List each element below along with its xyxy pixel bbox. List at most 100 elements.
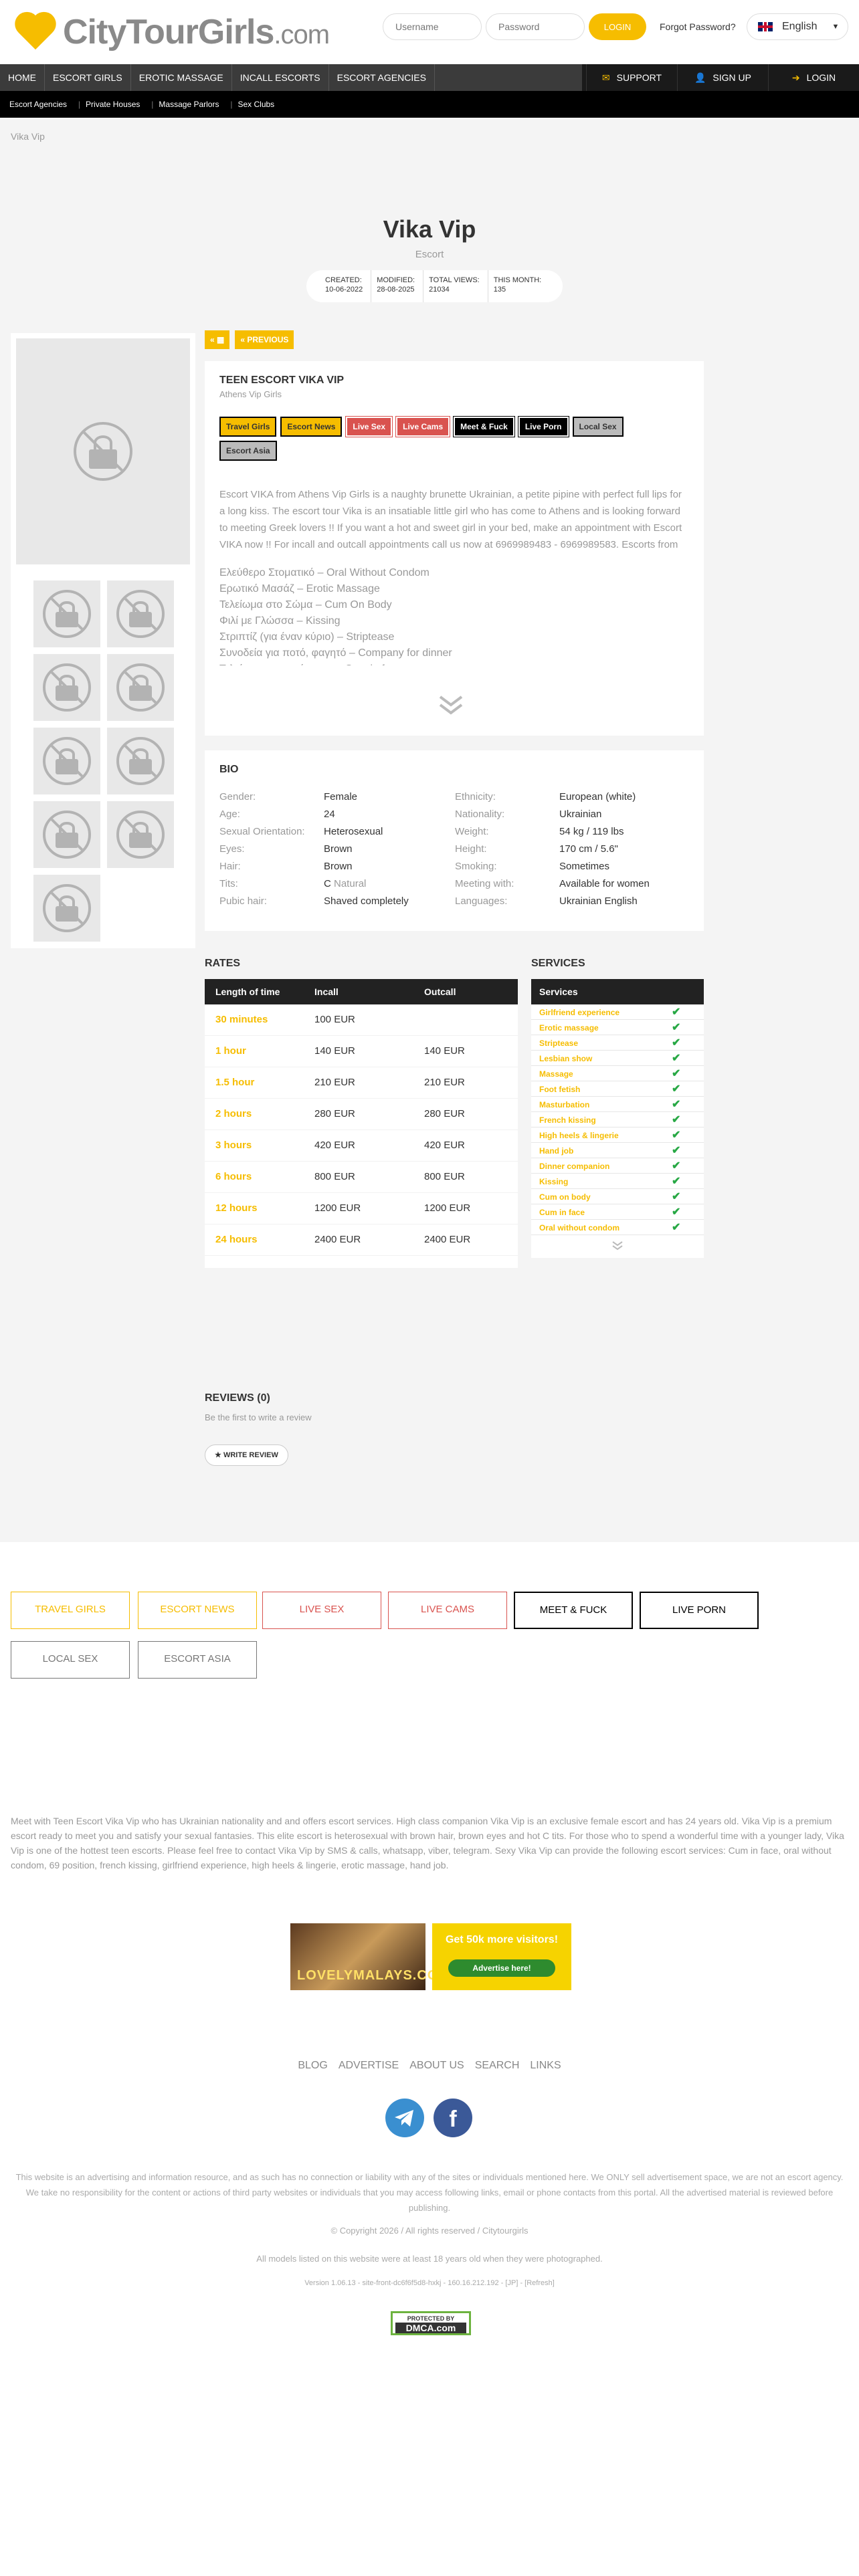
rate-cell: 30 minutes — [215, 1014, 268, 1025]
category-tag[interactable]: Travel Girls — [219, 417, 277, 437]
main-nav-item[interactable]: INCALL ESCORTS — [232, 64, 329, 91]
bio-row: Sexual Orientation: Heterosexual — [219, 824, 460, 840]
write-review-label: WRITE REVIEW — [223, 1451, 278, 1459]
language-select[interactable]: English ▼ — [747, 13, 848, 40]
photo-thumbnail[interactable] — [107, 580, 174, 647]
previous-button[interactable]: « PREVIOUS — [235, 330, 294, 349]
breadcrumb[interactable]: Vika Vip — [11, 131, 45, 142]
main-photo[interactable] — [16, 338, 190, 564]
signup-link[interactable]: 👤 SIGN UP — [677, 64, 768, 91]
sub-nav-item[interactable]: Private Houses — [86, 91, 154, 118]
envelope-icon: ✉ — [601, 72, 610, 83]
service-row: French kissing ✔ — [531, 1112, 704, 1128]
main-nav-item[interactable]: ESCORT AGENCIES — [329, 64, 435, 91]
footer-link[interactable]: BLOG — [298, 2060, 327, 2071]
bio-key: Nationality: — [455, 809, 505, 820]
bio-value: Available for women — [559, 878, 650, 889]
password-input[interactable] — [486, 13, 585, 40]
service-name[interactable]: Cum in face — [539, 1208, 585, 1217]
footer-link[interactable]: SEARCH — [475, 2060, 520, 2071]
stat-value: 135 — [493, 286, 506, 294]
bottom-tag-link[interactable]: ESCORT NEWS — [138, 1592, 257, 1629]
telegram-icon[interactable] — [385, 2099, 424, 2137]
service-name[interactable]: Lesbian show — [539, 1054, 592, 1063]
legal-disclaimer: This website is an advertising and infor… — [15, 2172, 844, 2213]
greek-service-line: Στριπτίζ (για έναν κύριο) – Striptease — [219, 631, 395, 643]
rate-row: 1 hour 140 EUR 140 EUR — [205, 1036, 518, 1067]
footer-link[interactable]: ADVERTISE — [339, 2060, 399, 2071]
rate-cell: 2400 EUR — [314, 1234, 361, 1245]
photo-thumbnail[interactable] — [107, 801, 174, 868]
rate-cell: 1200 EUR — [314, 1202, 361, 1214]
photo-thumbnail[interactable] — [33, 875, 100, 942]
bottom-tag-link[interactable]: LIVE CAMS — [388, 1592, 507, 1629]
bottom-tag-link[interactable]: LIVE SEX — [262, 1592, 381, 1629]
sub-nav-item[interactable]: Massage Parlors — [159, 91, 232, 118]
service-row: Lesbian show ✔ — [531, 1051, 704, 1066]
locked-photo-icon — [116, 663, 165, 712]
service-name[interactable]: Girlfriend experience — [539, 1008, 619, 1017]
service-name[interactable]: French kissing — [539, 1115, 596, 1125]
service-name[interactable]: Dinner companion — [539, 1162, 609, 1171]
service-name[interactable]: Oral without condom — [539, 1223, 619, 1232]
photo-thumbnail[interactable] — [33, 728, 100, 794]
category-tag[interactable]: Escort Asia — [219, 441, 277, 461]
login-button[interactable]: LOGIN — [589, 13, 646, 40]
main-nav-item[interactable]: HOME — [0, 64, 45, 91]
photo-thumbnail[interactable] — [107, 654, 174, 721]
photo-gallery — [11, 333, 195, 948]
category-tag[interactable]: Meet & Fuck — [453, 416, 515, 437]
footer-link[interactable]: ABOUT US — [409, 2060, 464, 2071]
gallery-grid-button[interactable]: « ▦ — [205, 330, 230, 349]
uk-flag-icon — [758, 22, 773, 31]
expand-services-chevron-icon[interactable] — [531, 1235, 704, 1258]
bottom-tag-link[interactable]: MEET & FUCK — [514, 1592, 633, 1629]
svg-text:f: f — [449, 2107, 457, 2132]
facebook-icon[interactable]: f — [434, 2099, 472, 2137]
service-name[interactable]: Masturbation — [539, 1100, 589, 1109]
photo-thumbnail[interactable] — [33, 801, 100, 868]
main-nav-item[interactable]: ESCORT GIRLS — [45, 64, 131, 91]
footer-link[interactable]: LINKS — [530, 2060, 561, 2071]
category-tag[interactable]: Live Cams — [395, 416, 451, 437]
service-name[interactable]: Hand job — [539, 1146, 573, 1156]
lovelymalays-banner[interactable]: LOVELYMALAYS.COM — [290, 1923, 450, 1990]
bio-value: 54 kg / 119 lbs — [559, 826, 624, 837]
photo-thumbnail[interactable] — [107, 728, 174, 794]
forgot-password-link[interactable]: Forgot Password? — [660, 21, 736, 32]
photo-thumbnail[interactable] — [33, 580, 100, 647]
expand-chevron-icon[interactable] — [438, 691, 464, 718]
bio-row: Nationality: Ukrainian — [455, 807, 696, 823]
category-tag[interactable]: Live Sex — [345, 416, 393, 437]
category-tag[interactable]: Escort News — [280, 417, 343, 437]
service-name[interactable]: Erotic massage — [539, 1023, 599, 1033]
check-icon: ✔ — [672, 1130, 681, 1141]
login-label: LOGIN — [806, 72, 836, 83]
site-logo[interactable]: CityTourGirls.com — [13, 12, 330, 52]
bottom-tag-link[interactable]: ESCORT ASIA — [138, 1641, 257, 1679]
bottom-tag-link[interactable]: LOCAL SEX — [11, 1641, 130, 1679]
bottom-tag-link[interactable]: LIVE PORN — [640, 1592, 759, 1629]
agency-link[interactable]: Athens Vip Girls — [219, 389, 689, 399]
service-name[interactable]: Striptease — [539, 1039, 578, 1048]
support-link[interactable]: ✉ SUPPORT — [586, 64, 677, 91]
category-tag[interactable]: Live Porn — [517, 416, 569, 437]
service-name[interactable]: Massage — [539, 1069, 573, 1079]
sub-nav-item[interactable]: Sex Clubs — [237, 91, 284, 118]
service-name[interactable]: Kissing — [539, 1177, 568, 1186]
sub-nav-item[interactable]: Escort Agencies — [9, 91, 80, 118]
dmca-badge[interactable]: PROTECTED BY DMCA.com — [391, 2311, 471, 2335]
username-input[interactable] — [383, 13, 482, 40]
photo-thumbnail[interactable] — [33, 654, 100, 721]
service-name[interactable]: Foot fetish — [539, 1085, 580, 1094]
service-name[interactable]: High heels & lingerie — [539, 1131, 619, 1140]
advertise-banner[interactable]: Get 50k more visitors! Advertise here! — [432, 1923, 571, 1990]
bottom-tag-link[interactable]: TRAVEL GIRLS — [11, 1592, 130, 1629]
service-name[interactable]: Cum on body — [539, 1192, 591, 1202]
main-nav-item[interactable]: EROTIC MASSAGE — [131, 64, 232, 91]
nav-login-link[interactable]: ➔ LOGIN — [768, 64, 859, 91]
bio-key: Hair: — [219, 861, 241, 872]
write-review-button[interactable]: ★ WRITE REVIEW — [205, 1444, 288, 1466]
category-tag[interactable]: Local Sex — [572, 417, 624, 437]
profile-actions: « ▦ « PREVIOUS — [205, 330, 294, 349]
